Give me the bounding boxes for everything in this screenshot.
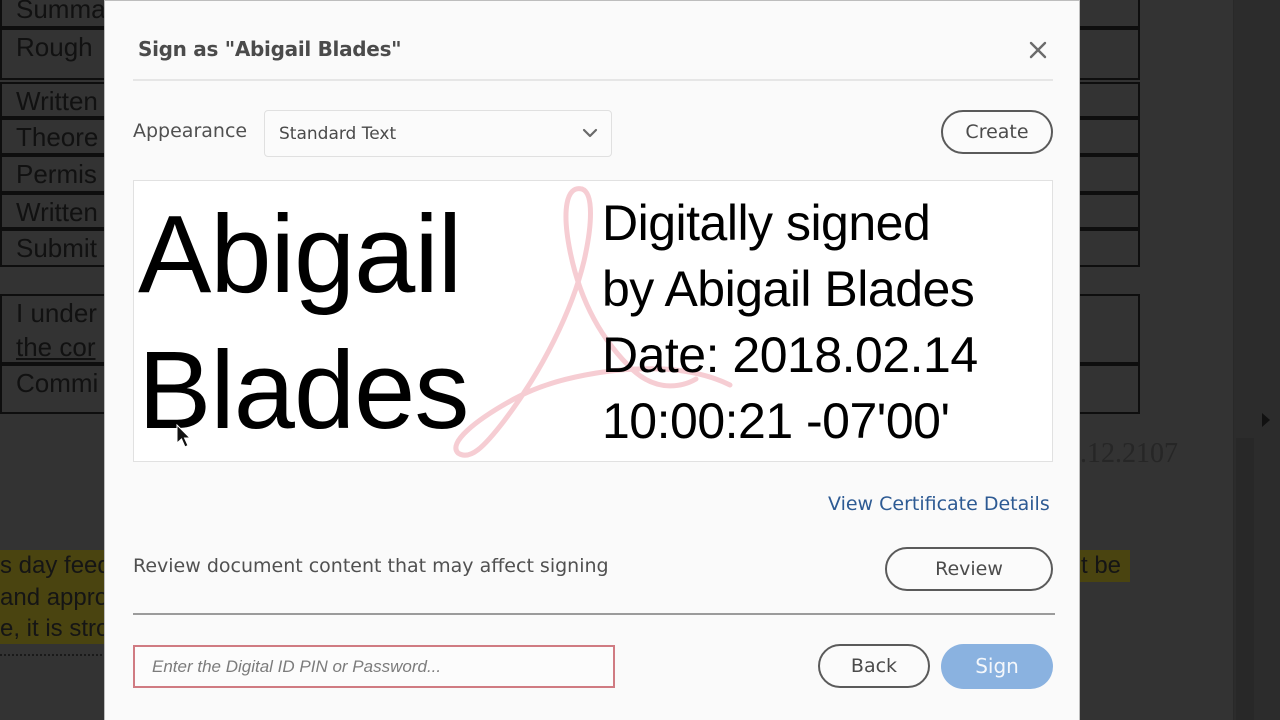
signature-detail-line: Digitally signed (602, 195, 931, 251)
signature-name: Abigail Blades (138, 187, 469, 459)
highlight-text: s day feed (0, 552, 111, 579)
table-cell: Written (16, 197, 98, 227)
sign-dialog: Sign as "Abigail Blades" Appearance Stan… (104, 0, 1080, 720)
highlight-text: e, it is stro (0, 615, 104, 642)
sign-button[interactable]: Sign (941, 644, 1053, 689)
dialog-title: Sign as "Abigail Blades" (138, 37, 402, 61)
appearance-label: Appearance (133, 120, 248, 142)
title-divider (133, 79, 1053, 81)
table-cell: Commi (16, 368, 99, 398)
table-cell: Submit (16, 233, 97, 263)
dotted-divider (0, 654, 110, 656)
expand-panel-arrow-icon[interactable] (1262, 413, 1270, 427)
signature-detail-line: by Abigail Blades (602, 261, 975, 317)
signature-name-line: Abigail (138, 193, 462, 316)
pin-password-input[interactable] (133, 645, 615, 688)
table-cell: Theore (16, 122, 99, 152)
table-cell: Rough (16, 32, 93, 62)
view-certificate-details-link[interactable]: View Certificate Details (828, 493, 1050, 515)
review-button[interactable]: Review (885, 547, 1053, 591)
table-cell: Permis (16, 159, 97, 189)
table-cell: Written (16, 86, 98, 116)
review-description: Review document content that may affect … (133, 555, 609, 577)
document-date-text: .12.2107 (1080, 438, 1178, 469)
appearance-selected-value: Standard Text (279, 124, 397, 144)
highlighted-text-line: and appro (0, 582, 104, 613)
footer-divider (133, 613, 1055, 615)
highlighted-text-line: e, it is stro (0, 613, 104, 644)
chevron-down-icon (582, 128, 598, 138)
back-button[interactable]: Back (818, 644, 930, 688)
signature-detail-line: Date: 2018.02.14 (602, 327, 978, 383)
signature-details: Digitally signed by Abigail Blades Date:… (602, 190, 978, 454)
highlight-text: t be (1081, 552, 1122, 579)
signature-detail-line: 10:00:21 -07'00' (602, 393, 950, 449)
side-panel-scrollbar[interactable] (1236, 438, 1254, 720)
mouse-cursor-icon (176, 424, 192, 448)
highlight-text: and appro (0, 584, 104, 611)
table-cell: Summa (16, 0, 106, 24)
create-button[interactable]: Create (941, 110, 1053, 154)
appearance-dropdown[interactable]: Standard Text (264, 110, 612, 157)
close-icon (1029, 41, 1047, 59)
signature-preview: Abigail Blades Digitally signed by Abiga… (133, 180, 1053, 462)
close-button[interactable] (1025, 37, 1051, 63)
